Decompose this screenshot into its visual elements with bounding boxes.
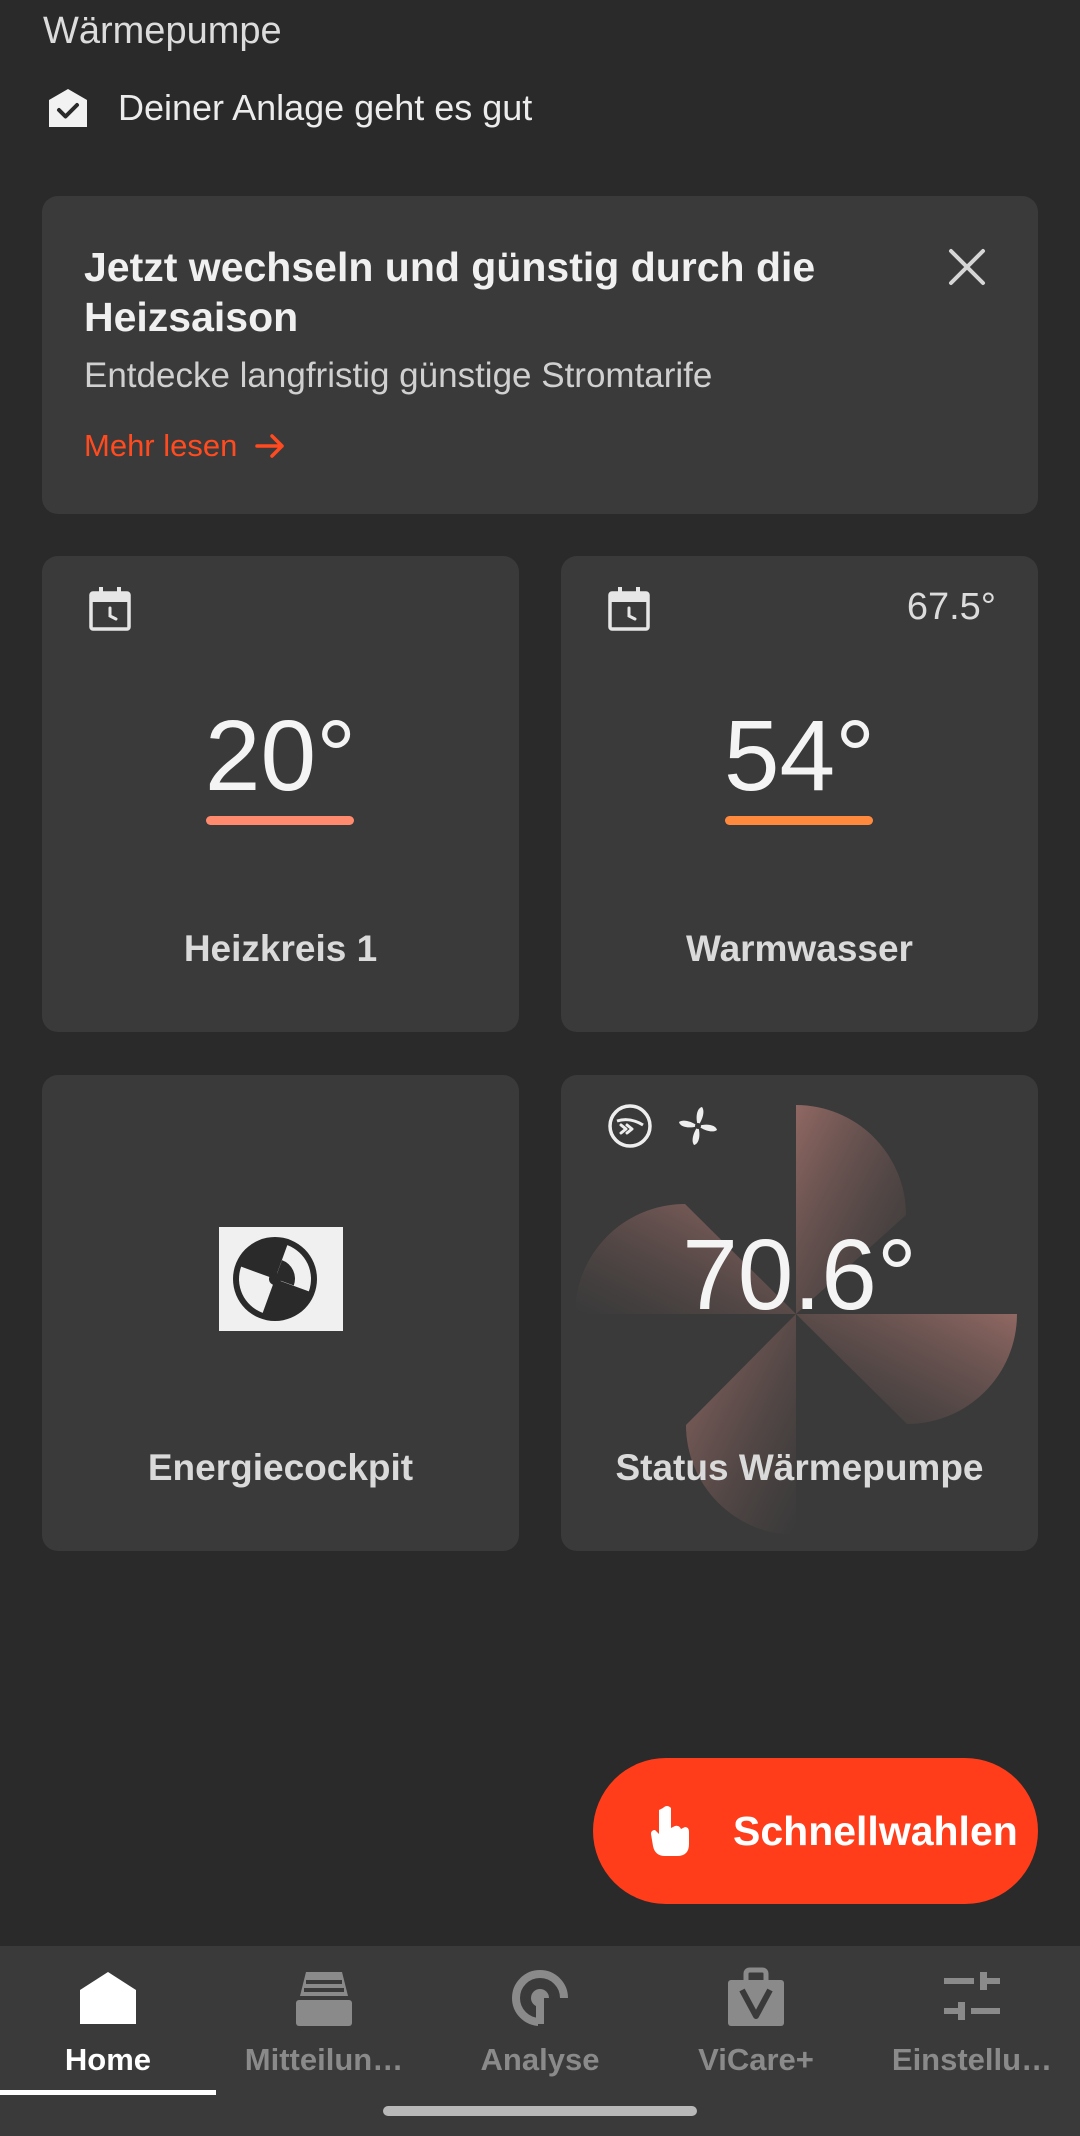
home-screen: Wärmepumpe Deiner Anlage geht es gut Jet…	[0, 0, 1080, 2136]
promo-subtitle: Entdecke langfristig günstige Stromtarif…	[84, 356, 713, 395]
hot-water-label: Warmwasser	[686, 928, 913, 969]
system-status: Deiner Anlage geht es gut	[46, 86, 532, 130]
read-more-link[interactable]: Mehr lesen	[84, 428, 287, 464]
fan-icon	[219, 1227, 343, 1331]
heating-circuit-label: Heizkreis 1	[183, 928, 378, 969]
hot-water-secondary-temperature: 67.5°	[906, 586, 996, 628]
heat-pump-status-tile[interactable]: 70.6° Status Wärmepumpe	[561, 1075, 1038, 1551]
status-text: Deiner Anlage geht es gut	[118, 87, 533, 128]
nav-settings-label: Einstellu…	[891, 2042, 1053, 2077]
heating-temp-indicator	[206, 816, 354, 825]
hot-water-temp-indicator	[725, 816, 873, 825]
bag-icon	[728, 1967, 784, 2026]
nav-messages-label: Mitteilun…	[244, 2042, 404, 2077]
calendar-clock-icon	[608, 587, 650, 631]
nav-home-label: Home	[64, 2042, 152, 2077]
heat-pump-temperature: 70.6°	[682, 1219, 917, 1331]
hot-water-tile[interactable]: 67.5° 54° Warmwasser	[561, 556, 1038, 1032]
nav-analysis-label: Analyse	[480, 2042, 600, 2077]
read-more-label: Mehr lesen	[84, 428, 238, 463]
nav-messages[interactable]: Mitteilun…	[216, 1946, 432, 2096]
promo-title: Jetzt wechseln und günstig durch die Hei…	[84, 244, 816, 340]
device-title: Wärmepumpe	[43, 10, 282, 52]
energy-cockpit-label: Energiecockpit	[147, 1447, 414, 1488]
heat-pump-status-label: Status Wärmepumpe	[615, 1447, 984, 1488]
active-tab-indicator	[0, 2090, 216, 2095]
arrow-right-icon	[255, 434, 285, 458]
compressor-icon	[608, 1104, 652, 1148]
quick-actions-button[interactable]: Schnellwahlen	[593, 1758, 1038, 1904]
sliders-icon	[944, 1972, 1000, 2020]
quick-actions-label: Schnellwahlen	[733, 1807, 1018, 1854]
status-icons	[607, 1103, 721, 1149]
nav-analysis[interactable]: Analyse	[432, 1946, 648, 2096]
nav-vicare-plus[interactable]: ViCare+	[648, 1946, 864, 2096]
calendar-clock-icon	[89, 587, 131, 631]
inbox-icon	[296, 1972, 352, 2026]
heating-temperature: 20°	[204, 700, 357, 812]
home-icon	[80, 1972, 136, 2024]
hand-pointer-icon	[651, 1806, 689, 1856]
close-icon[interactable]	[946, 246, 988, 288]
nav-home[interactable]: Home	[0, 1946, 216, 2096]
promo-banner[interactable]: Jetzt wechseln und günstig durch die Hei…	[42, 196, 1038, 514]
energy-cockpit-tile[interactable]: Energiecockpit	[42, 1075, 519, 1551]
analytics-icon	[512, 1970, 568, 2026]
fan-icon	[679, 1107, 717, 1145]
gesture-navigation-bar[interactable]	[383, 2106, 697, 2116]
heating-circuit-tile[interactable]: 20° Heizkreis 1	[42, 556, 519, 1032]
hot-water-temperature: 54°	[723, 700, 876, 812]
house-check-icon	[49, 89, 87, 127]
nav-vicare-plus-label: ViCare+	[698, 2042, 814, 2077]
nav-settings[interactable]: Einstellu…	[864, 1946, 1080, 2096]
